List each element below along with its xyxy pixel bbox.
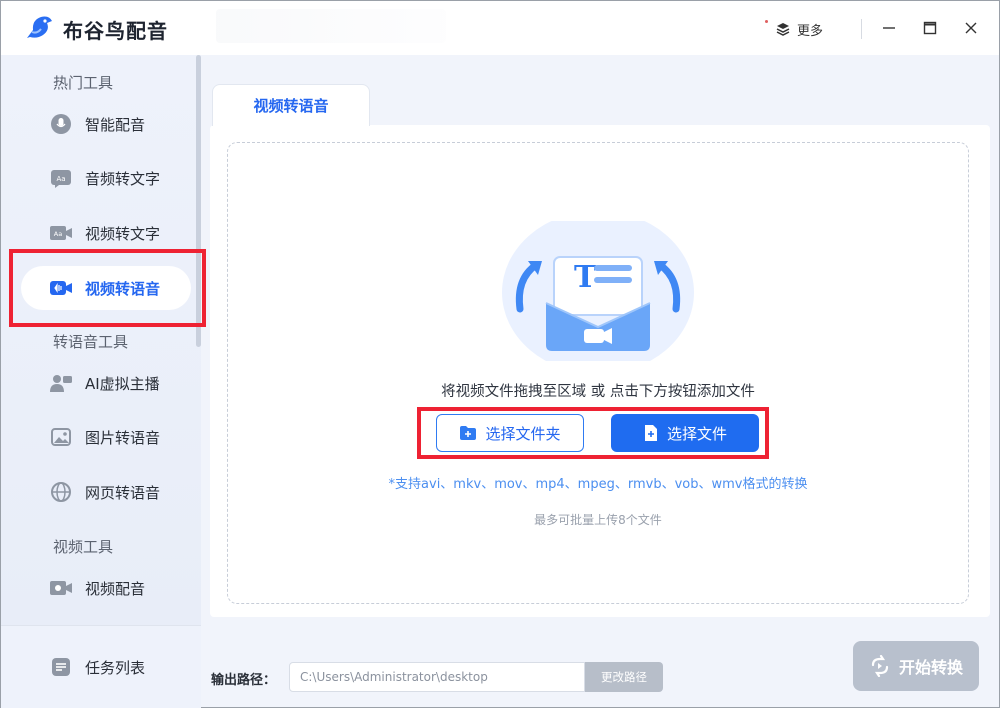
sidebar-item-label: 视频转语音 [85,279,161,298]
more-button[interactable]: 更多 [775,19,823,39]
globe-icon [49,480,73,504]
tab-video-to-speech[interactable]: 视频转语音 [212,84,370,126]
app-title: 布谷鸟配音 [63,19,168,43]
select-folder-label: 选择文件夹 [485,424,561,443]
minimize-icon [883,27,895,29]
file-add-icon [644,425,657,441]
anchor-icon [49,371,73,395]
select-folder-button[interactable]: 选择文件夹 [436,414,584,452]
sidebar-item-image-to-speech[interactable]: 图片转语音 [49,423,189,451]
sidebar-scrollbar[interactable] [196,55,201,347]
sidebar-item-video-dubbing[interactable]: 视频配音 [49,574,189,602]
layers-icon [776,23,790,36]
audio-text-icon: Aa [49,166,73,190]
video-dub-icon [49,576,73,600]
section-hot-tools: 热门工具 [53,74,114,92]
start-convert-button[interactable]: 开始转换 [853,641,979,691]
close-icon [965,22,977,34]
svg-text:Aa: Aa [56,175,65,183]
mic-icon [49,112,73,136]
change-path-button[interactable]: 更改路径 [585,662,663,692]
title-placeholder [216,9,446,43]
upload-limit-text: 最多可批量上传8个文件 [534,513,662,527]
sidebar-item-label: 图片转语音 [85,428,161,447]
select-file-label: 选择文件 [666,424,727,443]
sidebar-item-label: 网页转语音 [85,483,161,502]
titlebar-divider [861,19,862,39]
supported-formats-text: *支持avi、mkv、mov、mp4、mpeg、rmvb、vob、wmv格式的转… [388,477,808,492]
sidebar-item-ai-anchor[interactable]: AI虚拟主播 [49,369,189,397]
sidebar-item-label: AI虚拟主播 [85,374,160,393]
output-path-field[interactable] [289,662,585,692]
bird-logo-icon [27,16,52,38]
sidebar-item-label: 音频转文字 [85,169,161,188]
more-label: 更多 [797,23,824,39]
drop-hint-text: 将视频文件拖拽至区域 或 点击下方按钮添加文件 [441,384,755,400]
video-text-icon: Aa [49,221,73,245]
section-video-tools: 视频工具 [53,538,114,556]
sidebar-item-web-to-speech[interactable]: 网页转语音 [49,478,189,506]
video-camera-icon [49,276,73,300]
svg-text:Aa: Aa [54,230,62,238]
image-icon [49,425,73,449]
folder-add-icon [460,426,477,440]
output-path-label: 输出路径： [211,673,277,688]
notification-dot [765,20,768,23]
title-bar: 布谷鸟配音 更多 [1,1,999,55]
section-speech-tools: 转语音工具 [53,333,129,351]
start-convert-label: 开始转换 [898,658,963,677]
sidebar-item-smart-dubbing[interactable]: 智能配音 [49,110,189,138]
convert-icon [871,655,889,677]
svg-text:T: T [574,260,597,295]
list-icon [49,655,73,679]
sidebar-item-label: 视频配音 [85,579,146,598]
app-window: 布谷鸟配音 更多 热门工具 智能配音 Aa 音频转文字 Aa 视频转文字 视频转… [0,0,1000,708]
sidebar-item-video-to-text[interactable]: Aa 视频转文字 [49,219,189,247]
close-button[interactable] [960,17,982,39]
sidebar-item-label: 视频转文字 [85,224,161,243]
sidebar-item-video-to-speech[interactable]: 视频转语音 [21,266,191,310]
sidebar-item-audio-to-text[interactable]: Aa 音频转文字 [49,164,189,192]
select-file-button[interactable]: 选择文件 [611,414,759,452]
envelope-illustration-icon: T [502,221,694,361]
maximize-button[interactable] [919,17,941,39]
task-list-button[interactable]: 任务列表 [49,653,189,681]
file-drop-zone[interactable] [227,142,969,604]
maximize-icon [923,21,937,35]
sidebar-item-label: 智能配音 [85,115,146,134]
task-list-label: 任务列表 [85,658,146,677]
minimize-button[interactable] [878,17,900,39]
